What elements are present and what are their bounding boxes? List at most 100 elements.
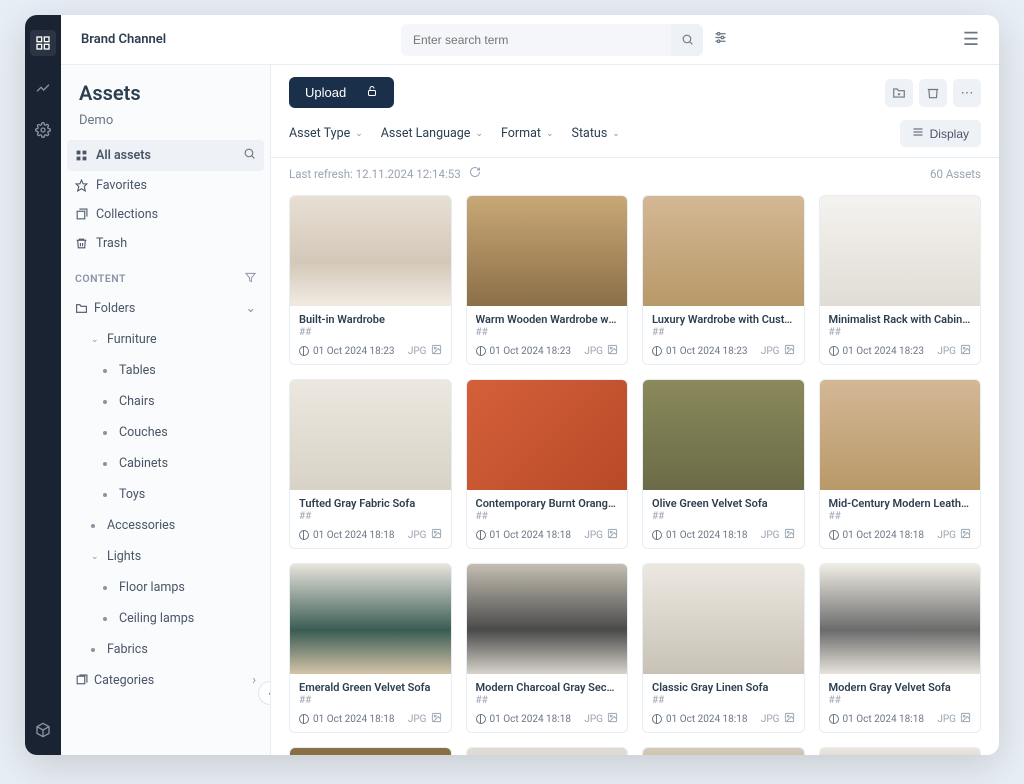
- tree-tables[interactable]: Tables: [61, 359, 270, 382]
- collapse-sidebar-button[interactable]: ‹: [258, 681, 271, 705]
- asset-date: 01 Oct 2024 18:18: [666, 530, 747, 541]
- filter-status[interactable]: Status⌄: [572, 126, 620, 141]
- image-icon: [784, 528, 795, 542]
- display-options-button[interactable]: Display: [900, 120, 981, 147]
- asset-thumbnail: [820, 196, 981, 306]
- tree-furniture[interactable]: ⌄Furniture: [61, 328, 270, 351]
- image-icon: [607, 344, 618, 358]
- asset-date: 01 Oct 2024 18:23: [313, 346, 394, 357]
- search-input[interactable]: [401, 24, 671, 56]
- asset-card[interactable]: Modern Gray Velvet Sofa ## 01 Oct 2024 1…: [819, 563, 982, 733]
- asset-card[interactable]: Luxury Wardrobe with Custom Shelving ## …: [642, 195, 805, 365]
- asset-subtitle: ##: [299, 695, 442, 706]
- asset-card[interactable]: [466, 747, 629, 755]
- asset-card[interactable]: Olive Green Velvet Sofa ## 01 Oct 2024 1…: [642, 379, 805, 549]
- globe-icon: [299, 346, 309, 356]
- asset-title: Tufted Gray Fabric Sofa: [299, 497, 442, 510]
- asset-card[interactable]: Warm Wooden Wardrobe with Accesso… ## 01…: [466, 195, 629, 365]
- new-folder-button[interactable]: [885, 79, 913, 107]
- asset-card[interactable]: Tufted Gray Fabric Sofa ## 01 Oct 2024 1…: [289, 379, 452, 549]
- asset-card[interactable]: Mid-Century Modern Leather Sofa ## 01 Oc…: [819, 379, 982, 549]
- upload-button[interactable]: Upload: [289, 77, 394, 108]
- image-icon: [431, 712, 442, 726]
- tree-lights[interactable]: ⌄Lights: [61, 545, 270, 568]
- lock-icon: [366, 85, 378, 100]
- rail-assets-icon[interactable]: [30, 30, 56, 56]
- asset-card[interactable]: Emerald Green Velvet Sofa ## 01 Oct 2024…: [289, 563, 452, 733]
- workspace-label[interactable]: Demo: [61, 109, 270, 140]
- filter-sliders-icon[interactable]: [713, 30, 728, 49]
- asset-format: JPG: [584, 714, 603, 725]
- asset-format: JPG: [761, 346, 780, 357]
- nav-collections[interactable]: Collections: [61, 200, 270, 229]
- image-icon: [607, 528, 618, 542]
- asset-card[interactable]: [289, 747, 452, 755]
- tree-folders[interactable]: Folders ⌄: [61, 296, 270, 320]
- asset-format: JPG: [584, 530, 603, 541]
- search-icon[interactable]: [243, 147, 256, 164]
- nav-label: Trash: [96, 236, 127, 251]
- collection-icon: [75, 208, 88, 221]
- asset-date: 01 Oct 2024 18:23: [843, 346, 924, 357]
- chevron-down-icon: ⌄: [475, 129, 483, 139]
- asset-card[interactable]: [642, 747, 805, 755]
- bullet-icon: [103, 462, 107, 466]
- asset-date: 01 Oct 2024 18:18: [490, 714, 571, 725]
- asset-subtitle: ##: [829, 695, 972, 706]
- last-refresh-label: Last refresh: 12.11.2024 12:14:53: [289, 167, 461, 181]
- hamburger-menu-icon[interactable]: ☰: [963, 29, 979, 50]
- chevron-down-icon: ⌄: [91, 552, 101, 562]
- rail-analytics-icon[interactable]: [33, 78, 53, 98]
- content-area: Upload ⋯ Asset Type⌄ Asset Language⌄ For…: [271, 65, 999, 755]
- asset-card[interactable]: Modern Charcoal Gray Sectional Sofa ## 0…: [466, 563, 629, 733]
- tree-cabinets[interactable]: Cabinets: [61, 452, 270, 475]
- nav-all-assets[interactable]: All assets: [67, 140, 264, 171]
- asset-thumbnail: [820, 380, 981, 490]
- image-icon: [431, 344, 442, 358]
- tree-ceiling-lamps[interactable]: Ceiling lamps: [61, 607, 270, 630]
- delete-button[interactable]: [919, 79, 947, 107]
- chevron-down-icon: ⌄: [546, 129, 554, 139]
- more-actions-button[interactable]: ⋯: [953, 79, 981, 107]
- asset-thumbnail: [290, 748, 451, 755]
- image-icon: [960, 528, 971, 542]
- asset-title: Contemporary Burnt Orange Sofa: [476, 497, 619, 510]
- rail-settings-icon[interactable]: [33, 120, 53, 140]
- tree-categories[interactable]: Categories ›: [61, 669, 270, 692]
- bullet-icon: [103, 400, 107, 404]
- asset-card[interactable]: Built-in Wardrobe ## 01 Oct 2024 18:23 J…: [289, 195, 452, 365]
- tree-toys[interactable]: Toys: [61, 483, 270, 506]
- globe-icon: [476, 714, 486, 724]
- filter-asset-type[interactable]: Asset Type⌄: [289, 126, 363, 141]
- asset-card[interactable]: Contemporary Burnt Orange Sofa ## 01 Oct…: [466, 379, 629, 549]
- globe-icon: [299, 714, 309, 724]
- filter-icon[interactable]: [245, 272, 256, 286]
- nav-label: All assets: [96, 148, 151, 163]
- asset-thumbnail: [467, 564, 628, 674]
- refresh-icon[interactable]: [469, 166, 481, 181]
- asset-card[interactable]: [819, 747, 982, 755]
- asset-thumbnail: [643, 196, 804, 306]
- categories-icon: [75, 674, 88, 687]
- chevron-down-icon: ⌄: [91, 335, 101, 345]
- tree-accessories[interactable]: Accessories: [61, 514, 270, 537]
- nav-trash[interactable]: Trash: [61, 229, 270, 258]
- nav-favorites[interactable]: Favorites: [61, 171, 270, 200]
- rail-cube-icon[interactable]: [33, 720, 53, 740]
- tree-floor-lamps[interactable]: Floor lamps: [61, 576, 270, 599]
- asset-subtitle: ##: [299, 327, 442, 338]
- tree-couches[interactable]: Couches: [61, 421, 270, 444]
- filter-format[interactable]: Format⌄: [501, 126, 554, 141]
- asset-card[interactable]: Classic Gray Linen Sofa ## 01 Oct 2024 1…: [642, 563, 805, 733]
- asset-thumbnail: [643, 564, 804, 674]
- filter-asset-language[interactable]: Asset Language⌄: [381, 126, 483, 141]
- asset-thumbnail: [820, 748, 981, 755]
- sidebar: Assets Demo All assets Favorites Collect: [61, 65, 271, 755]
- search-button[interactable]: [671, 24, 703, 56]
- asset-card[interactable]: Minimalist Rack with Cabinet Space ## 01…: [819, 195, 982, 365]
- tree-chairs[interactable]: Chairs: [61, 390, 270, 413]
- bullet-icon: [91, 524, 95, 528]
- tree-fabrics[interactable]: Fabrics: [61, 638, 270, 661]
- asset-subtitle: ##: [476, 695, 619, 706]
- asset-date: 01 Oct 2024 18:23: [490, 346, 571, 357]
